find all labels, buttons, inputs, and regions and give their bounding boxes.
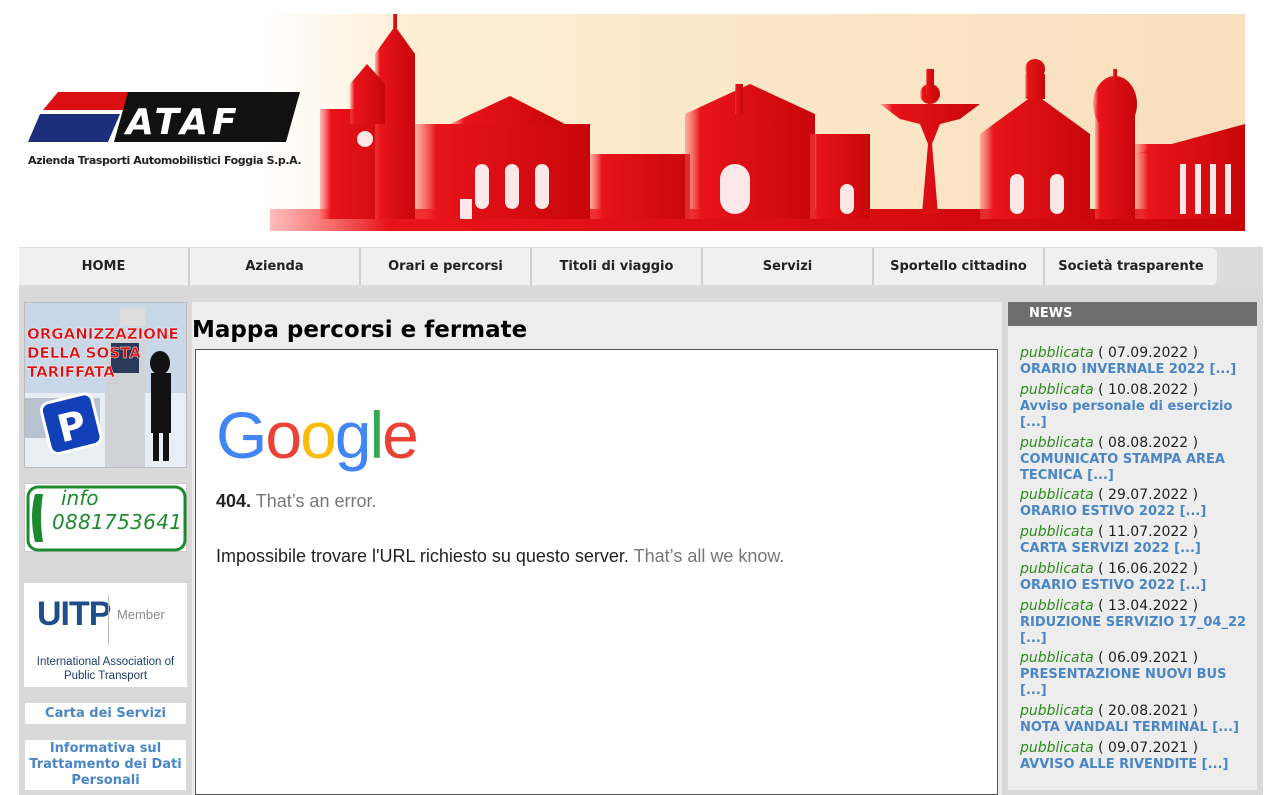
nav-item-sportello-cittadino[interactable]: Sportello cittadino xyxy=(874,248,1045,285)
uitp-member-banner[interactable]: UITP Member International Association of… xyxy=(24,583,187,687)
error-code-message: That’s an error. xyxy=(255,491,377,511)
uitp-member-label: Member xyxy=(117,607,165,622)
nav-item-azienda[interactable]: Azienda xyxy=(190,248,361,285)
news-header: NEWS xyxy=(1008,302,1257,326)
parking-banner-text: ORGANIZZAZIONE DELLA SOSTA TARIFFATA xyxy=(27,325,179,381)
nav-item-societa-trasparente[interactable]: Società trasparente xyxy=(1045,248,1217,285)
sidebar-link-informativa-privacy[interactable]: Informativa sul Trattamento dei Dati Per… xyxy=(25,740,186,790)
ataf-logo-mark: ATAF xyxy=(28,92,300,143)
info-phone-banner[interactable]: info 0881753641 xyxy=(24,483,187,552)
news-link[interactable]: PRESENTAZIONE NUOVI BUS [...] xyxy=(1020,667,1252,699)
page-title: Mappa percorsi e fermate xyxy=(192,317,528,343)
news-item: pubblicata ( 09.07.2021 ) AVVISO ALLE RI… xyxy=(1020,739,1252,773)
main-navigation: HOME Azienda Orari e percorsi Titoli di … xyxy=(19,247,1263,287)
error-message-line: Impossibile trovare l'URL richiesto su q… xyxy=(216,546,784,567)
news-link[interactable]: NOTA VANDALI TERMINAL [...] xyxy=(1020,720,1252,736)
nav-item-servizi[interactable]: Servizi xyxy=(703,248,874,285)
sidebar-link-carta-servizi[interactable]: Carta dei Servizi xyxy=(25,703,186,724)
news-published-label: pubblicata xyxy=(1020,650,1094,666)
info-phone-number: 0881753641 xyxy=(52,510,183,534)
news-item: pubblicata ( 16.06.2022 ) ORARIO ESTIVO … xyxy=(1020,560,1252,594)
news-item: pubblicata ( 10.08.2022 ) Avviso persona… xyxy=(1020,381,1252,431)
news-link[interactable]: RIDUZIONE SERVIZIO 17_04_22 [...] xyxy=(1020,615,1252,647)
logo-wordmark: ATAF xyxy=(123,102,241,143)
news-published-label: pubblicata xyxy=(1020,435,1094,451)
error-code-line: 404. That’s an error. xyxy=(216,491,376,512)
ataf-logo[interactable]: ATAF Azienda Trasporti Automobilistici F… xyxy=(28,92,308,182)
error-code: 404. xyxy=(216,491,252,511)
news-published-label: pubblicata xyxy=(1020,740,1094,756)
news-link[interactable]: CARTA SERVIZI 2022 [...] xyxy=(1020,541,1252,557)
news-date: ( 06.09.2021 ) xyxy=(1098,650,1199,666)
error-message-muted: That’s all we know. xyxy=(633,546,785,566)
news-item: pubblicata ( 29.07.2022 ) ORARIO ESTIVO … xyxy=(1020,486,1252,520)
news-published-label: pubblicata xyxy=(1020,382,1094,398)
news-date: ( 10.08.2022 ) xyxy=(1098,382,1199,398)
uitp-divider xyxy=(108,595,109,645)
news-published-label: pubblicata xyxy=(1020,487,1094,503)
nav-item-orari-percorsi[interactable]: Orari e percorsi xyxy=(361,248,532,285)
header-banner: ATAF Azienda Trasporti Automobilistici F… xyxy=(20,14,1245,231)
news-item: pubblicata ( 07.09.2022 ) ORARIO INVERNA… xyxy=(1020,344,1252,378)
news-published-label: pubblicata xyxy=(1020,345,1094,361)
news-published-label: pubblicata xyxy=(1020,598,1094,614)
news-date: ( 09.07.2021 ) xyxy=(1098,740,1199,756)
news-link[interactable]: ORARIO ESTIVO 2022 [...] xyxy=(1020,578,1252,594)
info-label: info xyxy=(61,486,99,510)
news-date: ( 20.08.2021 ) xyxy=(1098,703,1199,719)
news-item: pubblicata ( 08.08.2022 ) COMUNICATO STA… xyxy=(1020,434,1252,484)
news-date: ( 07.09.2022 ) xyxy=(1098,345,1199,361)
uitp-logo: UITP xyxy=(37,595,111,633)
news-panel: NEWS pubblicata ( 07.09.2022 ) ORARIO IN… xyxy=(1008,302,1257,790)
news-link[interactable]: Avviso personale di esercizio [...] xyxy=(1020,399,1252,431)
news-date: ( 08.08.2022 ) xyxy=(1098,435,1199,451)
news-link[interactable]: AVVISO ALLE RIVENDITE [...] xyxy=(1020,757,1252,773)
news-date: ( 16.06.2022 ) xyxy=(1098,561,1199,577)
nav-item-titoli-viaggio[interactable]: Titoli di viaggio xyxy=(532,248,703,285)
news-link[interactable]: ORARIO ESTIVO 2022 [...] xyxy=(1020,504,1252,520)
news-date: ( 13.04.2022 ) xyxy=(1098,598,1199,614)
news-date: ( 29.07.2022 ) xyxy=(1098,487,1199,503)
company-tagline: Azienda Trasporti Automobilistici Foggia… xyxy=(28,154,302,167)
news-item: pubblicata ( 11.07.2022 ) CARTA SERVIZI … xyxy=(1020,523,1252,557)
parking-banner[interactable]: P ORGANIZZAZIONE DELLA SOSTA TARIFFATA xyxy=(24,302,187,468)
news-published-label: pubblicata xyxy=(1020,524,1094,540)
news-date: ( 11.07.2022 ) xyxy=(1098,524,1199,540)
news-published-label: pubblicata xyxy=(1020,561,1094,577)
news-item: pubblicata ( 20.08.2021 ) NOTA VANDALI T… xyxy=(1020,702,1252,736)
news-link[interactable]: COMUNICATO STAMPA AREA TECNICA [...] xyxy=(1020,452,1252,484)
news-item: pubblicata ( 06.09.2021 ) PRESENTAZIONE … xyxy=(1020,649,1252,699)
news-published-label: pubblicata xyxy=(1020,703,1094,719)
nav-item-home[interactable]: HOME xyxy=(19,248,190,285)
uitp-caption: International Association of Public Tran… xyxy=(36,656,175,682)
news-item: pubblicata ( 13.04.2022 ) RIDUZIONE SERV… xyxy=(1020,597,1252,647)
news-link[interactable]: ORARIO INVERNALE 2022 [...] xyxy=(1020,362,1252,378)
error-message: Impossibile trovare l'URL richiesto su q… xyxy=(216,546,629,566)
map-iframe[interactable]: Google 404. That’s an error. Impossibile… xyxy=(195,349,998,795)
google-logo: Google xyxy=(216,398,419,472)
